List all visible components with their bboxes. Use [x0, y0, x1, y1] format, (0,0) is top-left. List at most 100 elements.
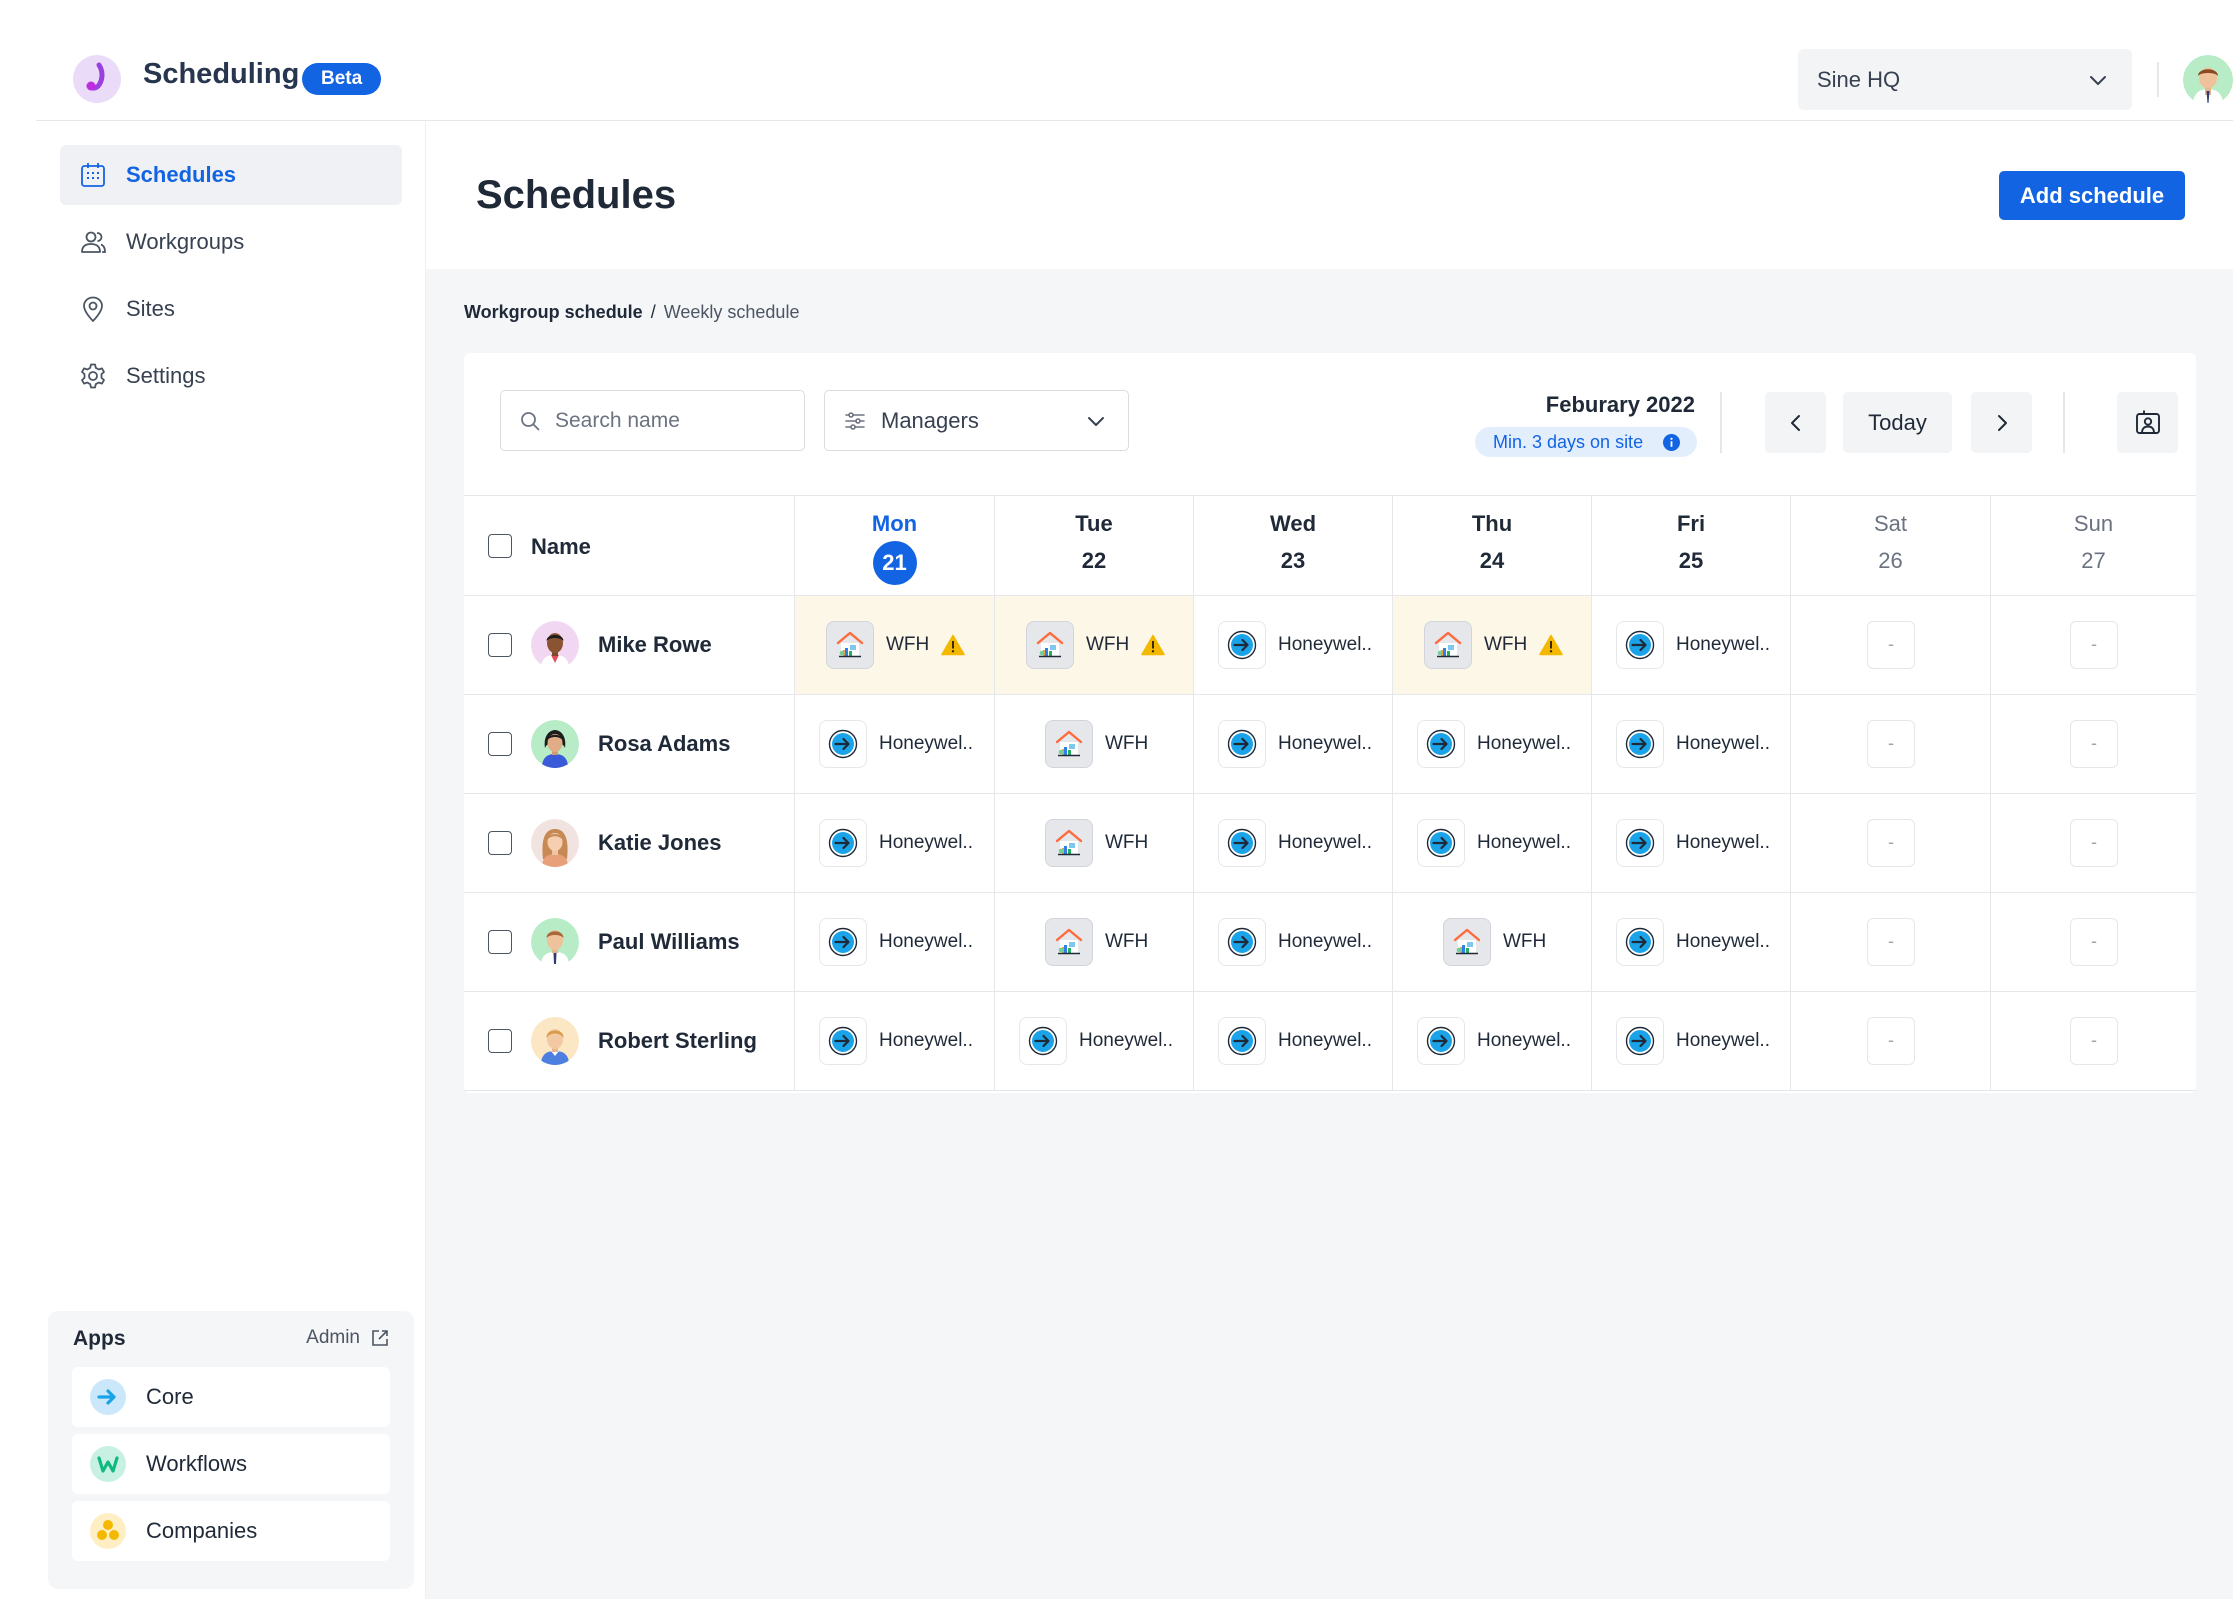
empty-slot-button[interactable]: -: [2070, 1017, 2118, 1065]
schedule-cell[interactable]: Honeywel..: [1591, 794, 1790, 892]
empty-slot-button[interactable]: -: [1867, 819, 1915, 867]
wfh-assignment[interactable]: WFH: [826, 621, 966, 669]
schedule-cell[interactable]: Honeywel..: [1193, 992, 1392, 1090]
today-button[interactable]: Today: [1843, 392, 1952, 453]
schedule-cell[interactable]: Honeywel..: [1392, 794, 1591, 892]
wfh-assignment[interactable]: WFH: [1045, 918, 1148, 966]
schedule-cell[interactable]: Honeywel..: [1392, 992, 1591, 1090]
schedule-cell[interactable]: -: [1990, 893, 2196, 991]
app-item-core[interactable]: Core: [72, 1367, 390, 1427]
site-assignment[interactable]: Honeywel..: [1616, 621, 1770, 669]
role-filter-select[interactable]: Managers: [824, 390, 1129, 451]
user-avatar[interactable]: [2183, 55, 2233, 105]
schedule-cell[interactable]: Honeywel..: [1392, 695, 1591, 793]
schedule-cell[interactable]: -: [1790, 695, 1990, 793]
schedule-cell[interactable]: Honeywel..: [794, 794, 994, 892]
schedule-cell[interactable]: -: [1790, 794, 1990, 892]
site-assignment[interactable]: Honeywel..: [1019, 1017, 1173, 1065]
site-assignment[interactable]: Honeywel..: [1218, 720, 1372, 768]
schedule-cell[interactable]: Honeywel..: [1193, 794, 1392, 892]
sidebar-item-sites[interactable]: Sites: [60, 279, 402, 339]
site-assignment[interactable]: Honeywel..: [1218, 918, 1372, 966]
schedule-cell[interactable]: WFH: [994, 794, 1193, 892]
empty-slot-button[interactable]: -: [1867, 1017, 1915, 1065]
schedule-cell[interactable]: -: [1990, 596, 2196, 694]
schedule-cell[interactable]: WFH: [1392, 893, 1591, 991]
day-date: 24: [1479, 548, 1505, 573]
wfh-assignment[interactable]: WFH: [1026, 621, 1166, 669]
schedule-cell[interactable]: Honeywel..: [1193, 596, 1392, 694]
organization-select[interactable]: Sine HQ: [1798, 49, 2132, 110]
site-assignment[interactable]: Honeywel..: [1417, 1017, 1571, 1065]
admin-link[interactable]: Admin: [306, 1327, 390, 1349]
next-week-button[interactable]: [1971, 392, 2032, 453]
wfh-assignment[interactable]: WFH: [1424, 621, 1564, 669]
site-assignment[interactable]: Honeywel..: [1218, 819, 1372, 867]
add-schedule-button[interactable]: Add schedule: [1999, 171, 2185, 220]
assignment-label: Honeywel..: [1676, 733, 1770, 754]
site-assignment[interactable]: Honeywel..: [1218, 621, 1372, 669]
schedule-cell[interactable]: -: [1790, 893, 1990, 991]
site-arrow-icon: [819, 918, 867, 966]
wfh-assignment[interactable]: WFH: [1045, 720, 1148, 768]
schedule-cell[interactable]: -: [1790, 596, 1990, 694]
schedule-cell[interactable]: -: [1990, 695, 2196, 793]
row-select-checkbox[interactable]: [488, 1029, 512, 1053]
schedule-cell[interactable]: Honeywel..: [1193, 695, 1392, 793]
schedule-cell[interactable]: Honeywel..: [1591, 992, 1790, 1090]
empty-slot-button[interactable]: -: [2070, 720, 2118, 768]
schedule-cell[interactable]: Honeywel..: [994, 992, 1193, 1090]
site-assignment[interactable]: Honeywel..: [819, 720, 973, 768]
schedule-cell[interactable]: Honeywel..: [794, 992, 994, 1090]
sidebar-item-workgroups[interactable]: Workgroups: [60, 212, 402, 272]
schedule-cell[interactable]: WFH: [1392, 596, 1591, 694]
info-icon[interactable]: [1663, 434, 1680, 451]
scheduling-logo-icon[interactable]: [73, 55, 121, 103]
previous-week-button[interactable]: [1765, 392, 1826, 453]
schedule-cell[interactable]: Honeywel..: [1591, 893, 1790, 991]
row-select-checkbox[interactable]: [488, 633, 512, 657]
app-item-companies[interactable]: Companies: [72, 1501, 390, 1561]
empty-slot-button[interactable]: -: [2070, 918, 2118, 966]
sidebar-item-settings[interactable]: Settings: [60, 346, 402, 406]
schedule-cell[interactable]: -: [1790, 992, 1990, 1090]
site-assignment[interactable]: Honeywel..: [1616, 918, 1770, 966]
site-assignment[interactable]: Honeywel..: [1417, 819, 1571, 867]
wfh-assignment[interactable]: WFH: [1443, 918, 1546, 966]
schedule-cell[interactable]: Honeywel..: [794, 893, 994, 991]
row-select-checkbox[interactable]: [488, 732, 512, 756]
search-input[interactable]: Search name: [500, 390, 805, 451]
schedule-cell[interactable]: Honeywel..: [1591, 695, 1790, 793]
breadcrumb-parent-link[interactable]: Workgroup schedule: [464, 302, 643, 322]
schedule-cell[interactable]: WFH: [994, 893, 1193, 991]
schedule-cell[interactable]: WFH: [994, 695, 1193, 793]
site-assignment[interactable]: Honeywel..: [1616, 819, 1770, 867]
site-assignment[interactable]: Honeywel..: [1417, 720, 1571, 768]
grid-header-row: Name Mon 21 Tue 22 Wed 23 Thu 24 Fri 25 Sat 26 Sun 27: [464, 495, 2196, 596]
schedule-cell[interactable]: -: [1990, 794, 2196, 892]
schedule-cell[interactable]: Honeywel..: [1591, 596, 1790, 694]
site-assignment[interactable]: Honeywel..: [819, 918, 973, 966]
empty-slot-button[interactable]: -: [1867, 720, 1915, 768]
empty-slot-button[interactable]: -: [2070, 621, 2118, 669]
wfh-assignment[interactable]: WFH: [1045, 819, 1148, 867]
row-select-checkbox[interactable]: [488, 930, 512, 954]
empty-slot-button[interactable]: -: [1867, 621, 1915, 669]
schedule-cell[interactable]: WFH: [794, 596, 994, 694]
schedule-cell[interactable]: WFH: [994, 596, 1193, 694]
schedule-cell[interactable]: Honeywel..: [794, 695, 994, 793]
schedule-cell[interactable]: -: [1990, 992, 2196, 1090]
row-select-checkbox[interactable]: [488, 831, 512, 855]
schedule-cell[interactable]: Honeywel..: [1193, 893, 1392, 991]
site-assignment[interactable]: Honeywel..: [819, 819, 973, 867]
empty-slot-button[interactable]: -: [2070, 819, 2118, 867]
site-assignment[interactable]: Honeywel..: [1616, 1017, 1770, 1065]
select-all-checkbox[interactable]: [488, 534, 512, 558]
site-assignment[interactable]: Honeywel..: [1616, 720, 1770, 768]
sidebar-item-schedules[interactable]: Schedules: [60, 145, 402, 205]
app-item-workflows[interactable]: Workflows: [72, 1434, 390, 1494]
site-assignment[interactable]: Honeywel..: [1218, 1017, 1372, 1065]
empty-slot-button[interactable]: -: [1867, 918, 1915, 966]
site-assignment[interactable]: Honeywel..: [819, 1017, 973, 1065]
user-view-button[interactable]: [2117, 392, 2178, 453]
